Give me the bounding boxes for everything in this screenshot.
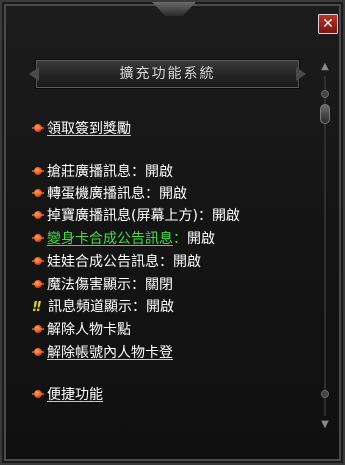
- scroll-knob-top: [321, 90, 329, 98]
- warning-exclamation-icon: !!: [32, 300, 42, 315]
- menu-label: 搶莊廣播訊息: [47, 164, 131, 180]
- menu-separator: ：: [132, 299, 146, 315]
- scroll-up-arrow-icon[interactable]: ▲: [318, 60, 332, 74]
- menu-separator: ：: [145, 186, 159, 202]
- menu-state: 關閉: [145, 277, 173, 293]
- orb-bullet-icon: [32, 187, 44, 199]
- orb-bullet-icon: [32, 255, 44, 267]
- menu-separator: ：: [131, 164, 145, 180]
- scroll-knob-bottom: [321, 390, 329, 398]
- menu-label: 便捷功能: [47, 387, 103, 403]
- menu-state: 開啟: [146, 299, 174, 315]
- menu-label: 訊息頻道顯示: [48, 299, 132, 315]
- menu-item-unstuck-account[interactable]: 解除帳號內人物卡登: [32, 344, 173, 362]
- menu-label: 魔法傷害顯示: [47, 277, 131, 293]
- menu-label: 解除人物卡點: [47, 322, 131, 338]
- orb-bullet-icon: [32, 323, 44, 335]
- orb-bullet-icon: [32, 122, 44, 134]
- menu-item-channel-display[interactable]: !! 訊息頻道顯示：開啟: [32, 298, 174, 316]
- menu-separator: ：: [197, 208, 212, 224]
- menu-label: 娃娃合成公告訊息: [47, 254, 159, 270]
- extension-system-window: ✕ 擴充功能系統 ▲ ▼ 領取簽到獎勵 搶莊廣播訊息：開啟 轉蛋機廣播訊息：開啟…: [0, 0, 345, 465]
- menu-item-daily-reward[interactable]: 領取簽到獎勵: [32, 120, 131, 138]
- orb-bullet-icon: [32, 209, 44, 221]
- menu-label: 解除帳號內人物卡登: [47, 345, 173, 361]
- scroll-down-arrow-icon[interactable]: ▼: [318, 418, 332, 432]
- menu-item-unstuck-character[interactable]: 解除人物卡點: [32, 321, 131, 339]
- menu-label: 轉蛋機廣播訊息: [47, 186, 145, 202]
- menu-state: 開啟: [173, 254, 201, 270]
- menu-item-drop-broadcast[interactable]: 掉寶廣播訊息(屏幕上方)：開啟: [32, 207, 240, 225]
- scroll-track[interactable]: [324, 76, 326, 416]
- orb-bullet-icon: [32, 232, 44, 244]
- orb-bullet-icon: [32, 346, 44, 358]
- orb-bullet-icon: [32, 278, 44, 290]
- menu-label: 掉寶廣播訊息(屏幕上方): [47, 208, 198, 224]
- menu-item-doll-notice[interactable]: 娃娃合成公告訊息：開啟: [32, 253, 201, 271]
- menu-state: 開啟: [187, 231, 215, 247]
- scroll-thumb[interactable]: [320, 104, 330, 124]
- menu-separator: ：: [131, 277, 145, 293]
- menu-state: 開啟: [211, 208, 240, 224]
- title-cap-right: [296, 67, 306, 81]
- close-button[interactable]: ✕: [318, 14, 338, 34]
- menu-state: 開啟: [159, 186, 187, 202]
- menu-label: 領取簽到獎勵: [47, 121, 131, 137]
- menu-state: 開啟: [145, 164, 173, 180]
- orb-bullet-icon: [32, 165, 44, 177]
- title-bar: 擴充功能系統: [29, 60, 306, 88]
- menu-item-transform-notice[interactable]: 變身卡合成公告訊息：開啟: [32, 230, 215, 248]
- menu-label: 變身卡合成公告訊息: [47, 231, 173, 247]
- window-top-ornament: [152, 2, 196, 16]
- menu-item-grab-broadcast[interactable]: 搶莊廣播訊息：開啟: [32, 163, 173, 181]
- menu-separator: ：: [173, 231, 187, 247]
- menu-item-magic-damage[interactable]: 魔法傷害顯示：關閉: [32, 276, 173, 294]
- menu-item-gashapon-broadcast[interactable]: 轉蛋機廣播訊息：開啟: [32, 185, 187, 203]
- close-icon: ✕: [322, 16, 334, 32]
- orb-bullet-icon: [32, 388, 44, 400]
- menu-separator: ：: [159, 254, 173, 270]
- window-title: 擴充功能系統: [119, 66, 216, 82]
- menu-item-quick-functions[interactable]: 便捷功能: [32, 386, 103, 404]
- scrollbar[interactable]: ▲ ▼: [318, 60, 332, 432]
